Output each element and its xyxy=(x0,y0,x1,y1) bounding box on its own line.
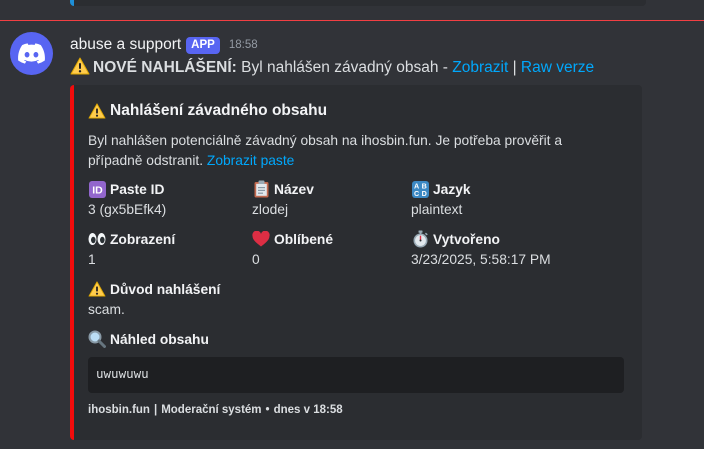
show-link[interactable]: Zobrazit xyxy=(452,59,508,76)
message: abuse a support APP 18:58 NOVÉ NAHLÁŠENÍ… xyxy=(70,34,704,82)
content-preview-codeblock[interactable]: uwuwuwu xyxy=(88,357,624,393)
field-name: Zobrazení xyxy=(110,231,176,247)
field-name: Vytvořeno xyxy=(433,231,500,247)
field-value: 3 (gx5bEfk4) xyxy=(88,202,167,217)
warning-icon xyxy=(70,57,90,82)
field-reason: Důvod nahlášení scam. xyxy=(88,279,611,323)
field-name: Jazyk xyxy=(433,181,471,197)
warning-icon xyxy=(88,280,106,298)
magnifier-icon xyxy=(88,330,106,348)
timestamp[interactable]: 18:58 xyxy=(229,39,258,51)
content-bold: NOVÉ NAHLÁŠENÍ: xyxy=(93,59,237,76)
field-value: zlodej xyxy=(252,202,289,217)
app-tag: APP xyxy=(186,36,220,54)
embed-description: Byl nahlášen potenciálně závadný obsah n… xyxy=(88,131,608,171)
embed-title-text: Nahlášení závadného obsahu xyxy=(110,102,328,119)
footer-dot: • xyxy=(265,404,270,416)
message-header: abuse a support APP 18:58 xyxy=(70,34,704,56)
warning-icon xyxy=(88,102,106,120)
field-preview: Náhled obsahu uwuwuwu xyxy=(88,329,624,393)
field-value: plaintext xyxy=(411,202,463,217)
svg-text:ID: ID xyxy=(92,184,103,196)
embed-title: Nahlášení závadného obsahu xyxy=(88,99,626,123)
field-value: 0 xyxy=(252,252,260,267)
field-name: Oblíbené xyxy=(274,231,334,247)
clipboard-icon xyxy=(252,180,270,198)
embed-fields: ID Paste ID 3 (gx5bEfk4) Název zlodej AB… xyxy=(88,179,626,393)
new-messages-divider xyxy=(0,20,704,21)
field-likes: Oblíbené 0 xyxy=(252,229,411,273)
raw-version-link[interactable]: Raw verze xyxy=(521,59,594,76)
footer-separator: | xyxy=(153,404,158,416)
field-value: 1 xyxy=(88,252,96,267)
show-paste-link[interactable]: Zobrazit paste xyxy=(207,153,294,168)
footer-time: dnes v 18:58 xyxy=(273,404,343,416)
heart-icon xyxy=(252,230,270,248)
field-paste-id: ID Paste ID 3 (gx5bEfk4) xyxy=(88,179,252,223)
stopwatch-icon xyxy=(411,230,429,248)
username[interactable]: abuse a support xyxy=(70,36,181,54)
field-language: ABCD Jazyk plaintext xyxy=(411,179,611,223)
abcd-icon: ABCD xyxy=(411,180,429,198)
footer-system: Moderační systém xyxy=(161,404,262,416)
message-content: NOVÉ NAHLÁŠENÍ: Byl nahlášen závadný obs… xyxy=(70,57,704,82)
avatar[interactable] xyxy=(10,32,53,75)
content-text: Byl nahlášen závadný obsah - xyxy=(241,59,448,76)
content-separator: | xyxy=(512,59,517,76)
eyes-icon xyxy=(88,230,106,248)
field-value: 3/23/2025, 5:58:17 PM xyxy=(411,252,551,267)
field-name: Důvod nahlášení xyxy=(110,281,221,297)
report-embed: Nahlášení závadného obsahu Byl nahlášen … xyxy=(70,85,642,440)
previous-embed-edge xyxy=(70,0,646,6)
svg-text:C: C xyxy=(413,189,418,198)
field-value: scam. xyxy=(88,302,125,317)
field-created: Vytvořeno 3/23/2025, 5:58:17 PM xyxy=(411,229,611,273)
id-icon: ID xyxy=(88,180,106,198)
field-views: Zobrazení 1 xyxy=(88,229,252,273)
footer-site: ihosbin.fun xyxy=(88,404,150,416)
embed-footer: ihosbin.fun | Moderační systém • dnes v … xyxy=(88,404,626,416)
field-name: Název xyxy=(274,181,314,197)
field-title: Název zlodej xyxy=(252,179,411,223)
field-name: Paste ID xyxy=(110,181,165,197)
embed-description-text: Byl nahlášen potenciálně závadný obsah n… xyxy=(88,133,563,168)
field-name: Náhled obsahu xyxy=(110,331,209,347)
svg-text:D: D xyxy=(421,189,426,198)
discord-logo-icon xyxy=(18,43,45,64)
